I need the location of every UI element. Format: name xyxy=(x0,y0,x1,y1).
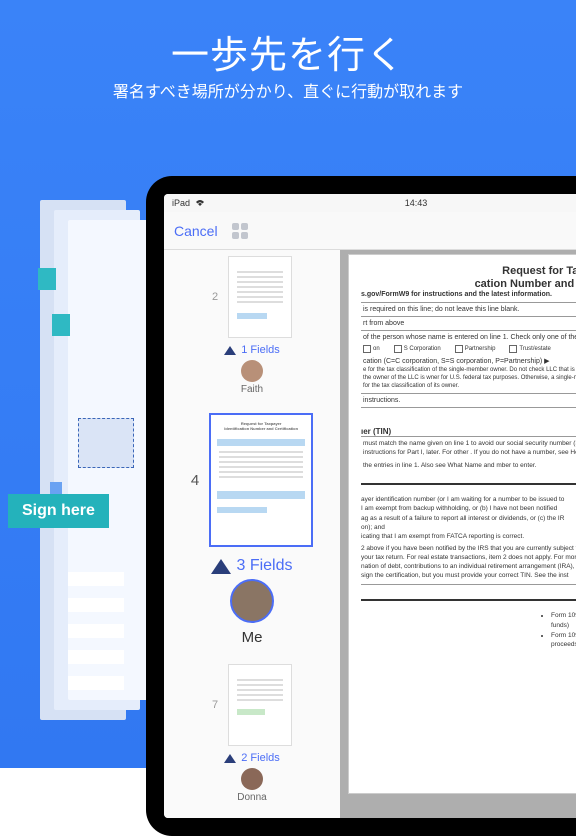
avatar-name: Donna xyxy=(176,792,328,803)
doc-line: is required on this line; do not leave t… xyxy=(361,302,576,316)
page-number: 2 xyxy=(212,291,218,303)
doc-link: s.gov/FormW9 for instructions and the la… xyxy=(361,291,576,298)
cert-text: ayer identification number (or I am wait… xyxy=(361,495,576,580)
thumbnail-item-selected[interactable]: 4 Request for TaxpayerIdentification Num… xyxy=(176,413,328,646)
doc-line: instructions. Requester's name and adc xyxy=(361,393,576,407)
avatar xyxy=(241,768,263,790)
document-viewer[interactable]: Request for Taxpayer cation Number and C… xyxy=(340,250,576,818)
thumbnail-item[interactable]: 2 1 Fields Faith xyxy=(176,256,328,395)
thumbnail-panel: 2 1 Fields Faith 4 Request for TaxpayerI… xyxy=(164,250,340,818)
tin-header: ıer (TIN) xyxy=(361,427,576,436)
page-number: 4 xyxy=(191,472,199,489)
doc-title2: cation Number and Certification xyxy=(361,278,576,290)
grid-view-icon[interactable] xyxy=(232,223,248,239)
avatar xyxy=(230,579,274,623)
pointer-icon xyxy=(211,559,231,574)
fields-indicator: 1 Fields xyxy=(176,344,328,356)
avatar-name: Me xyxy=(176,629,328,646)
avatar-name: Faith xyxy=(176,384,328,395)
date-line: Date ▶ xyxy=(361,584,576,599)
doc-line: rt from above xyxy=(361,316,576,330)
avatar xyxy=(241,360,263,382)
fields-indicator: 2 Fields xyxy=(176,752,328,764)
pointer-icon xyxy=(224,346,236,355)
sign-here-callout: Sign here xyxy=(8,494,109,528)
bullet-list: Form 1099-DIV (dividends, including thos… xyxy=(541,611,576,650)
cancel-button[interactable]: Cancel xyxy=(174,223,218,239)
tablet-frame: iPad 14:43 Cancel 2 1 Fields Faith xyxy=(146,176,576,836)
wifi-icon xyxy=(194,198,206,208)
doc-title: Request for Taxpayer xyxy=(361,265,576,277)
carrier-label: iPad xyxy=(172,198,190,208)
fields-indicator: 3 Fields xyxy=(176,557,328,575)
doc-spacer xyxy=(361,407,576,421)
document-page: Request for Taxpayer cation Number and C… xyxy=(348,254,576,794)
hero-subtitle: 署名すべき場所が分かり、直ぐに行動が取れます xyxy=(0,78,576,102)
page-number: 7 xyxy=(212,699,218,711)
tin-section: must match the name given on line 1 to a… xyxy=(361,436,576,483)
background-decoration: Sign here xyxy=(0,200,140,760)
hero-title: 一歩先を行く xyxy=(0,24,576,79)
thumbnail-item[interactable]: 7 2 Fields Donna xyxy=(176,664,328,803)
pointer-icon xyxy=(224,754,236,763)
doc-checkboxes: of the person whose name is entered on l… xyxy=(361,330,576,393)
status-bar: iPad 14:43 xyxy=(164,194,576,212)
toolbar: Cancel xyxy=(164,212,576,250)
divider xyxy=(361,599,576,607)
divider xyxy=(361,483,576,491)
clock: 14:43 xyxy=(405,198,428,208)
